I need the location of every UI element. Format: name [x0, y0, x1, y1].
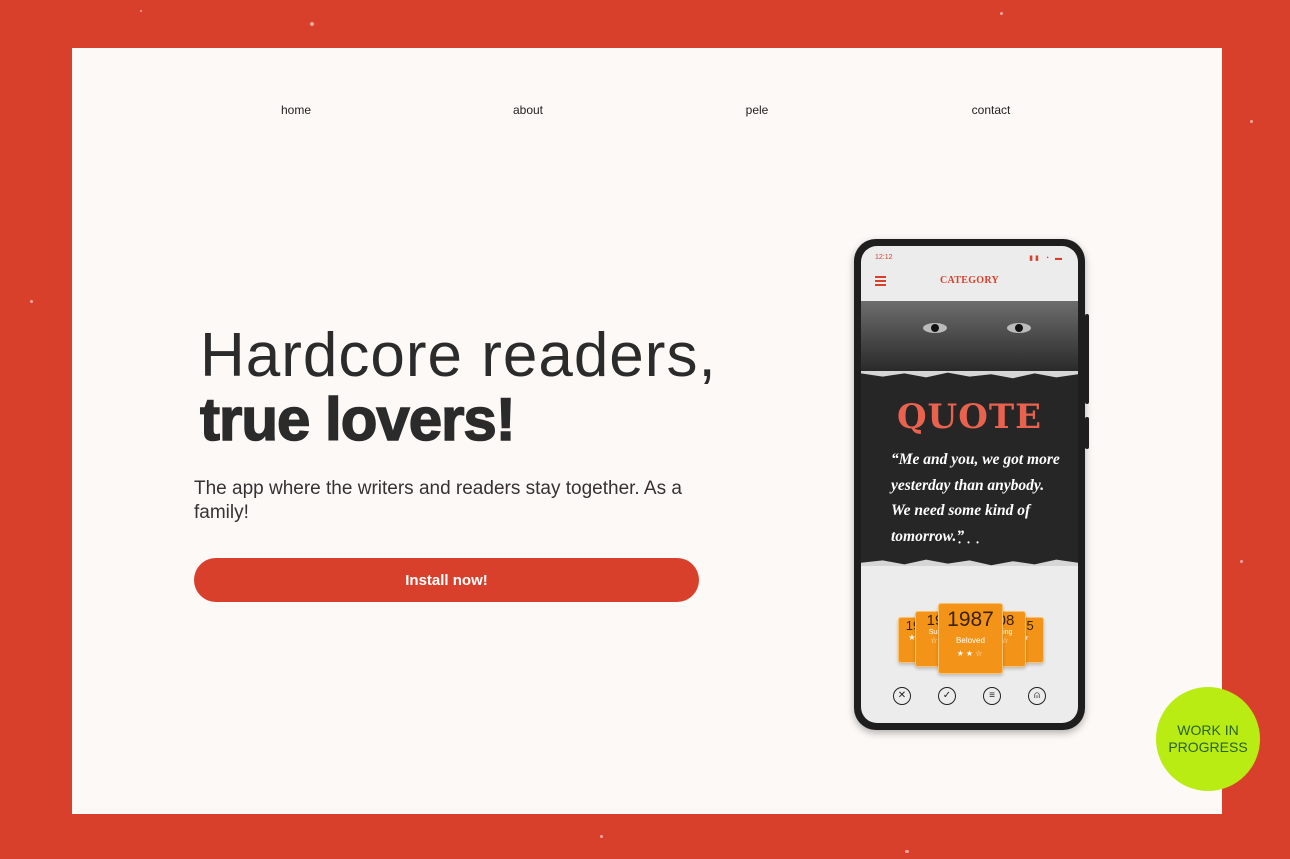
check-icon[interactable]: ✓	[938, 687, 956, 705]
landing-card: home about pele contact Hardcore readers…	[72, 48, 1222, 814]
quote-card[interactable]: QUOTE “Me and you, we got more yesterday…	[861, 371, 1078, 566]
status-icons: ▮▮ ◔ ▬	[1029, 255, 1064, 262]
phone-mockup: 12:12 ▮▮ ◔ ▬ CATEGORY QUOTE “Me and you,…	[854, 239, 1089, 730]
profile-icon[interactable]: ⍝	[1028, 687, 1046, 705]
eye-right	[1007, 323, 1031, 333]
phone-power-button	[1085, 417, 1089, 449]
work-in-progress-badge: WORK IN PROGRESS	[1156, 687, 1260, 791]
more-dots-icon[interactable]: • • •	[861, 538, 1078, 547]
screen-title: CATEGORY	[939, 275, 1000, 286]
headline-line-2: true lovers!	[199, 385, 516, 454]
headline-line-1: Hardcore readers,	[200, 321, 717, 390]
status-bar: 12:12 ▮▮ ◔ ▬	[875, 254, 1064, 264]
status-time: 12:12	[875, 254, 893, 261]
phone-side-button	[1085, 314, 1089, 404]
nav-home-link[interactable]: home	[281, 103, 311, 117]
nav-about-link[interactable]: about	[513, 103, 543, 117]
quote-heading: QUOTE	[896, 397, 1043, 437]
eye-left	[923, 323, 947, 333]
bottom-tab-bar: ✕ ✓ ≡ ⍝	[861, 687, 1078, 709]
install-button[interactable]: Install now!	[194, 558, 699, 602]
year-card-active[interactable]: 1987 Beloved ★★☆	[938, 603, 1003, 674]
message-icon[interactable]: ≡	[983, 687, 1001, 705]
phone-screen: 12:12 ▮▮ ◔ ▬ CATEGORY QUOTE “Me and you,…	[861, 246, 1078, 723]
author-photo	[861, 301, 1078, 371]
hero-subtitle: The app where the writers and readers st…	[194, 478, 682, 523]
quote-text: “Me and you, we got more yesterday than …	[891, 451, 1060, 545]
nav-contact-link[interactable]: contact	[972, 103, 1011, 117]
nav-pele-link[interactable]: pele	[746, 103, 769, 117]
close-icon[interactable]: ✕	[893, 687, 911, 705]
